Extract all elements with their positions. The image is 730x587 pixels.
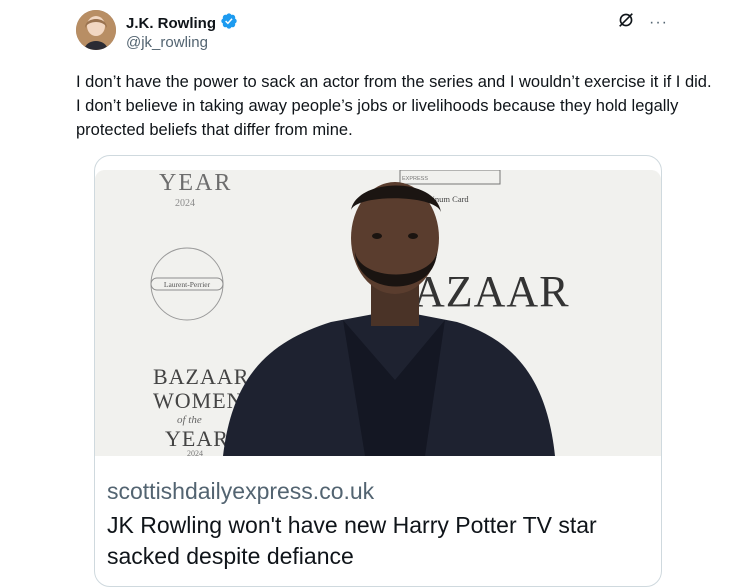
year-bottom-text: YEAR [165,426,229,451]
author-display-name[interactable]: J.K. Rowling [126,15,216,32]
card-image: YEAR 2024 Laurent-Perrier EXPRESS The Pl… [95,170,661,456]
women-text: WOMEN [153,388,244,413]
verified-badge-icon [220,12,238,35]
backdrop-year-text: YEAR [159,170,232,196]
card-domain[interactable]: scottishdailyexpress.co.uk [107,478,374,505]
tweet-text: I don’t have the power to sack an actor … [76,73,712,139]
card-photo: YEAR 2024 Laurent-Perrier EXPRESS The Pl… [95,170,661,456]
tweet: J.K. Rowling @jk_rowling ··· I don’t hav… [0,0,730,587]
link-card[interactable]: YEAR 2024 Laurent-Perrier EXPRESS The Pl… [94,155,662,587]
sponsor-small-text: EXPRESS [402,176,428,182]
bazaar-right-text: AZAAR [413,267,570,316]
year-bottom-number: 2024 [187,449,203,456]
more-icon[interactable]: ··· [649,14,668,32]
bazaar-left-text: BAZAAR [153,364,249,389]
card-title[interactable]: JK Rowling won't have new Harry Potter T… [107,510,647,572]
seal-text: Laurent-Perrier [164,280,211,289]
avatar-image [76,10,116,50]
tweet-top-actions: ··· [617,11,668,34]
author-handle[interactable]: @jk_rowling [126,34,208,51]
of-the-text: of the [177,414,202,426]
grok-icon[interactable] [617,11,635,34]
author-avatar[interactable] [76,10,116,50]
author-name-row: J.K. Rowling [126,12,238,35]
backdrop-year-number: 2024 [175,198,195,209]
